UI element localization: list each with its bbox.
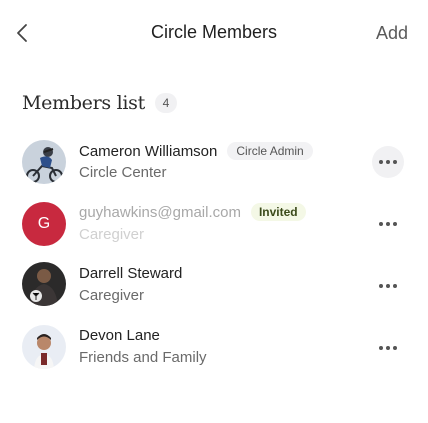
avatar [22,140,66,184]
member-name: Devon Lane [79,327,160,344]
more-options-button[interactable] [372,332,404,364]
page-title: Circle Members [150,22,278,42]
more-options-button[interactable] [372,208,404,240]
add-member-button[interactable]: Add [376,23,408,44]
avatar [22,262,66,306]
avatar: G [22,202,66,246]
more-horizontal-icon [379,160,383,164]
member-role: Caregiver [79,287,145,304]
role-badge: Circle Admin [227,142,313,160]
header: Circle Members Add [0,0,428,66]
more-options-button[interactable] [372,270,404,302]
more-horizontal-icon [379,346,383,350]
more-horizontal-icon [379,284,383,288]
more-horizontal-icon [379,222,383,226]
list-item[interactable]: Cameron Williamson Circle Admin Circle C… [0,138,428,194]
list-item[interactable]: Darrell Steward Caregiver [0,262,428,318]
list-item[interactable]: G guyhawkins@gmail.com Invited Caregiver [0,200,428,256]
member-role: Caregiver [79,226,145,243]
invited-badge: Invited [250,203,306,221]
section-title: Members list [22,92,145,114]
list-item[interactable]: Devon Lane Friends and Family [0,324,428,380]
member-name: Cameron Williamson [79,142,218,160]
member-role: Friends and Family [79,349,207,366]
member-name-row: guyhawkins@gmail.com Invited [79,203,306,221]
member-email: guyhawkins@gmail.com [79,203,241,221]
member-count-badge: 4 [154,93,177,113]
members-list-heading: Members list 4 [22,92,177,114]
member-role: Circle Center [79,164,167,181]
avatar [22,325,66,369]
member-name-row: Cameron Williamson Circle Admin [79,142,313,160]
more-options-button[interactable] [372,146,404,178]
member-name: Darrell Steward [79,265,183,282]
